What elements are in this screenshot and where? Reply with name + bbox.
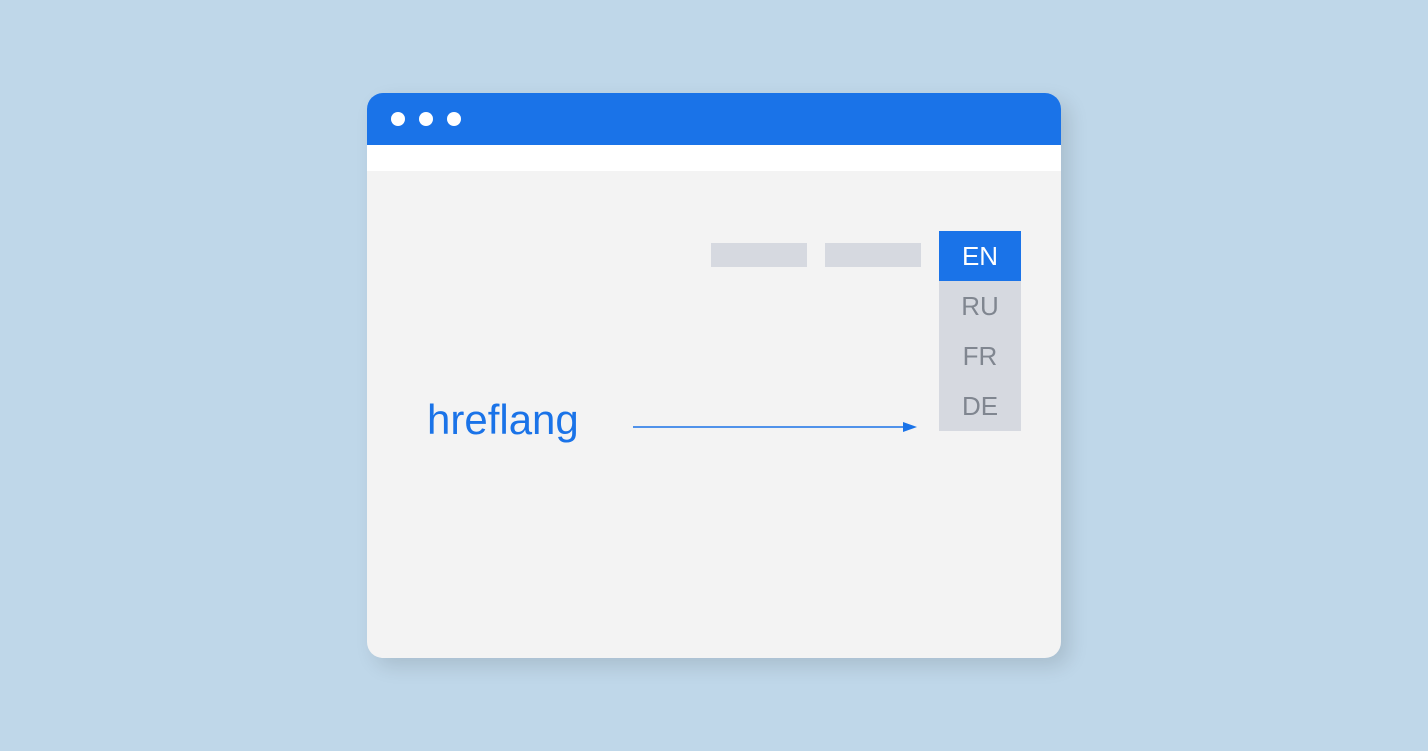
language-option[interactable]: DE [939,381,1021,431]
hreflang-label: hreflang [427,396,579,444]
window-control-dot[interactable] [447,112,461,126]
window-control-dot[interactable] [391,112,405,126]
language-option[interactable]: FR [939,331,1021,381]
nav-item-placeholder[interactable] [711,243,807,267]
toolbar-strip [367,145,1061,171]
window-control-dot[interactable] [419,112,433,126]
page-content: EN RU FR DE hreflang [367,171,1061,658]
arrow-icon [633,421,917,433]
browser-window: EN RU FR DE hreflang [367,93,1061,658]
language-option-selected[interactable]: EN [939,231,1021,281]
language-dropdown[interactable]: EN RU FR DE [939,231,1021,431]
language-option[interactable]: RU [939,281,1021,331]
nav-item-placeholder[interactable] [825,243,921,267]
window-titlebar [367,93,1061,145]
nav-row: EN RU FR DE [711,231,1021,431]
